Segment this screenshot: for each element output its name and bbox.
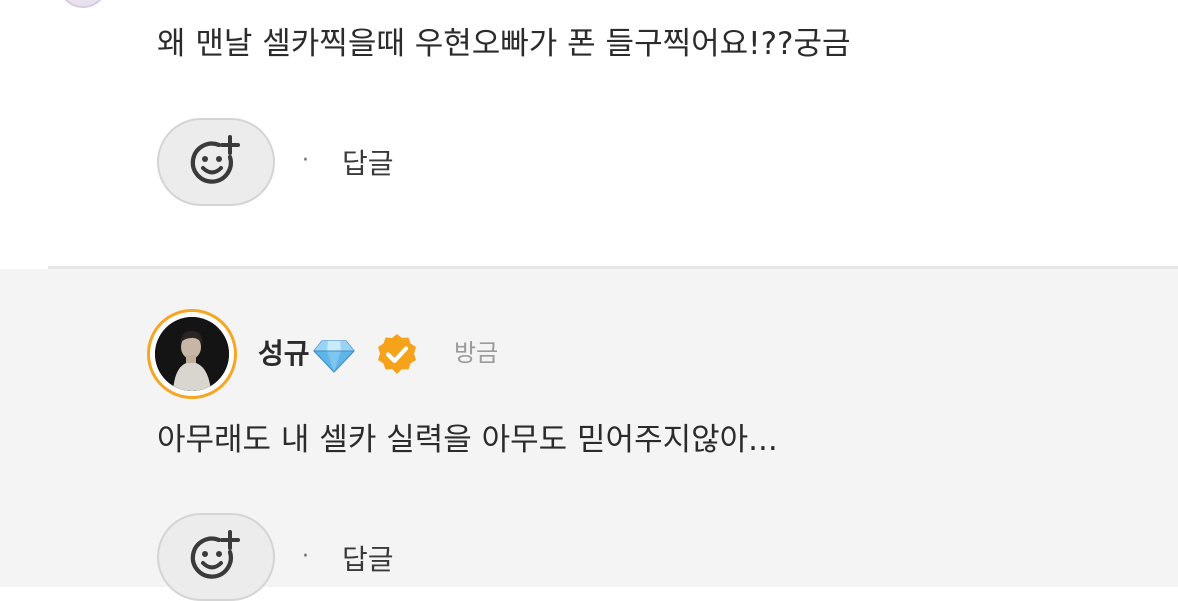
- timestamp: 방금: [454, 339, 499, 367]
- avatar[interactable]: [147, 309, 237, 399]
- comment-text: 왜 맨날 셀카찍을때 우현오빠가 폰 들구찍어요!??궁금: [157, 26, 851, 62]
- reply-link[interactable]: 답글: [342, 542, 394, 578]
- username[interactable]: 성규: [258, 335, 310, 373]
- comment-item: 왜 맨날 셀카찍을때 우현오빠가 폰 들구찍어요!??궁금 · 답글: [0, 0, 1178, 268]
- diamond-icon: [313, 340, 355, 373]
- smiley-plus-icon: [190, 135, 240, 184]
- separator-dot: ·: [302, 148, 309, 173]
- smiley-plus-icon: [190, 530, 240, 579]
- comment-text: 아무래도 내 셀카 실력을 아무도 믿어주지않아...: [157, 422, 778, 458]
- avatar[interactable]: [58, 0, 108, 8]
- separator-dot: ·: [302, 544, 309, 569]
- reply-link[interactable]: 답글: [342, 146, 394, 182]
- add-reaction-button[interactable]: [157, 513, 275, 601]
- add-reaction-button[interactable]: [157, 118, 275, 206]
- avatar-photo: [155, 317, 229, 391]
- verified-check-icon: [378, 334, 416, 374]
